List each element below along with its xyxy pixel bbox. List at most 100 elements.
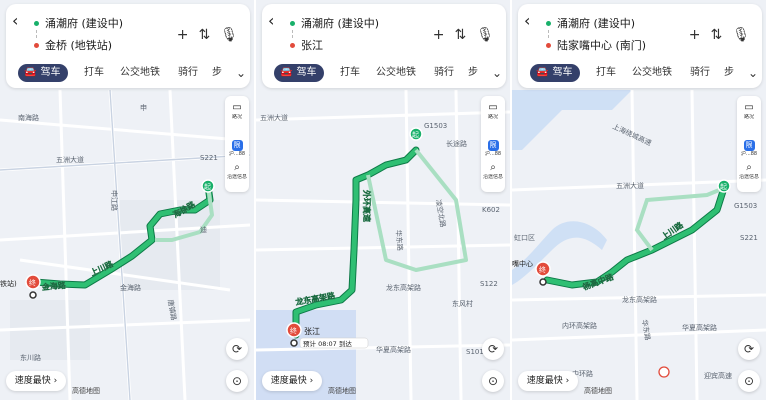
road-label: 东川路 (20, 353, 41, 362)
svg-text:龙东高架路: 龙东高架路 (386, 283, 421, 292)
car-icon: 🚘 (24, 67, 37, 78)
search-icon: ⌕ (490, 162, 496, 173)
route-search-card: ‹ 涌潮府 (建设中) 张江 + ⇅ 🎙 🚘 驾车 打车 公交地铁 骑行 步 ⌄ (262, 4, 506, 88)
tab-taxi[interactable]: 打车 (340, 64, 360, 82)
map-side-controls: ▭ 路况 限沪...88 ⌕ 沿途信息 (737, 96, 761, 192)
svg-text:起: 起 (204, 183, 211, 191)
route-preference-badge[interactable]: 速度最快 › (518, 371, 578, 391)
refresh-icon[interactable]: ⟳ (482, 338, 504, 360)
refresh-icon[interactable]: ⟳ (226, 338, 248, 360)
destination-dot-icon (546, 42, 551, 48)
route-info-button[interactable]: ⌕ 沿途信息 (737, 162, 761, 181)
map-brand: 高德地图 (328, 387, 356, 395)
route-panel-1: 南海路 五洲大道 申江路 S221 金海路 迪 东川路 唐镇路 申 上川路 海徐… (0, 0, 254, 400)
road-label: K602 (482, 206, 500, 214)
chevron-down-icon[interactable]: ⌄ (492, 66, 502, 80)
tab-walk[interactable]: 步 (468, 64, 478, 82)
road-label: 东风村 (452, 299, 473, 308)
svg-text:终: 终 (290, 326, 297, 335)
microphone-icon[interactable]: 🎙 (732, 26, 750, 44)
road-label: 龙东高架路 (622, 295, 657, 304)
tab-walk[interactable]: 步 (212, 64, 222, 82)
origin-field[interactable]: 涌潮府 (建设中) (34, 16, 123, 32)
tab-bike[interactable]: 骑行 (178, 64, 198, 82)
road-label: 华夏高架路 (376, 345, 411, 354)
chevron-down-icon[interactable]: ⌄ (236, 66, 246, 80)
svg-text:预计 08:07 到达: 预计 08:07 到达 (303, 339, 352, 348)
road-label: 南海路 (18, 113, 39, 122)
destination-field[interactable]: 张江 (290, 38, 323, 54)
map-brand: 高德地图 (72, 387, 100, 395)
transport-mode-tabs: 🚘 驾车 打车 公交地铁 骑行 步 (12, 64, 244, 84)
tab-taxi[interactable]: 打车 (84, 64, 104, 82)
traffic-toggle[interactable]: ▭ 路况 (225, 102, 249, 121)
route-info-button[interactable]: ⌕ 沿途信息 (225, 162, 249, 181)
tab-transit[interactable]: 公交地铁 (120, 64, 160, 82)
road-label: 华夏高架路 (682, 323, 717, 332)
microphone-icon[interactable]: 🎙 (476, 26, 494, 44)
route-panel-2: 五洲大道 G1503 长途路 华东路 凌空北路 东风村 华夏高架路 S101 S… (256, 0, 510, 400)
svg-text:起: 起 (720, 183, 727, 191)
road-label: G1503 (424, 122, 447, 130)
tab-taxi[interactable]: 打车 (596, 64, 616, 82)
microphone-icon[interactable]: 🎙 (220, 26, 238, 44)
origin-field[interactable]: 涌潮府 (建设中) (546, 16, 635, 32)
refresh-icon[interactable]: ⟳ (738, 338, 760, 360)
car-icon: 🚘 (536, 67, 549, 78)
chevron-down-icon[interactable]: ⌄ (748, 66, 758, 80)
traffic-icon: ▭ (488, 102, 498, 113)
tab-transit[interactable]: 公交地铁 (632, 64, 672, 82)
road-label: G1503 (734, 202, 757, 210)
search-icon: ⌕ (234, 162, 240, 173)
transport-mode-tabs: 🚘 驾车 打车 公交地铁 骑行 步 (524, 64, 756, 84)
license-limit-button[interactable]: 限沪...88 (225, 132, 249, 158)
traffic-toggle[interactable]: ▭ 路况 (737, 102, 761, 121)
locate-icon[interactable]: ⊙ (482, 370, 504, 392)
license-limit-button[interactable]: 限沪...88 (481, 132, 505, 158)
route-preference-badge[interactable]: 速度最快 › (6, 371, 66, 391)
back-icon[interactable]: ‹ (12, 12, 28, 30)
search-icon: ⌕ (746, 162, 752, 173)
tab-drive[interactable]: 🚘 驾车 (274, 64, 325, 82)
route-search-card: ‹ 涌潮府 (建设中) 金桥 (地铁站) + ⇅ 🎙 🚘 驾车 打车 公交地铁 骑… (6, 4, 250, 88)
tab-transit[interactable]: 公交地铁 (376, 64, 416, 82)
destination-field[interactable]: 陆家嘴中心 (南门) (546, 38, 646, 54)
tab-bike[interactable]: 骑行 (434, 64, 454, 82)
add-stop-icon[interactable]: + (177, 26, 189, 44)
swap-icon[interactable]: ⇅ (454, 26, 466, 44)
license-limit-button[interactable]: 限沪...88 (737, 132, 761, 158)
route-info-button[interactable]: ⌕ 沿途信息 (481, 162, 505, 181)
destination-field[interactable]: 金桥 (地铁站) (34, 38, 112, 54)
swap-icon[interactable]: ⇅ (198, 26, 210, 44)
road-label: 五洲大道 (616, 181, 644, 190)
road-label: 华东路 (394, 229, 405, 251)
origin-dot-icon (290, 20, 295, 26)
road-label: 五洲大道 (260, 113, 288, 122)
origin-field[interactable]: 涌潮府 (建设中) (290, 16, 379, 32)
add-stop-icon[interactable]: + (433, 26, 445, 44)
end-label: 张江 (304, 327, 320, 336)
map-side-controls: ▭ 路况 限沪...88 ⌕ 沿途信息 (481, 96, 505, 192)
origin-dot-icon (34, 20, 39, 26)
road-label: 申 (140, 103, 147, 112)
back-icon[interactable]: ‹ (268, 12, 284, 30)
tab-bike[interactable]: 骑行 (690, 64, 710, 82)
tab-drive[interactable]: 🚘 驾车 (18, 64, 69, 82)
road-label: 虹口区 (514, 233, 535, 242)
tab-walk[interactable]: 步 (724, 64, 734, 82)
add-stop-icon[interactable]: + (689, 26, 701, 44)
road-label: S221 (740, 234, 758, 242)
route-label: 外环高速 (362, 190, 372, 222)
locate-icon[interactable]: ⊙ (738, 370, 760, 392)
locate-icon[interactable]: ⊙ (226, 370, 248, 392)
origin-dot-icon (546, 20, 551, 26)
destination-dot-icon (34, 42, 39, 48)
back-icon[interactable]: ‹ (524, 12, 540, 30)
traffic-toggle[interactable]: ▭ 路况 (481, 102, 505, 121)
swap-icon[interactable]: ⇅ (710, 26, 722, 44)
tab-drive[interactable]: 🚘 驾车 (530, 64, 581, 82)
road-label: S221 (200, 154, 218, 162)
route-preference-badge[interactable]: 速度最快 › (262, 371, 322, 391)
svg-text:嘴中心: 嘴中心 (512, 259, 533, 268)
svg-text:终: 终 (29, 278, 36, 287)
